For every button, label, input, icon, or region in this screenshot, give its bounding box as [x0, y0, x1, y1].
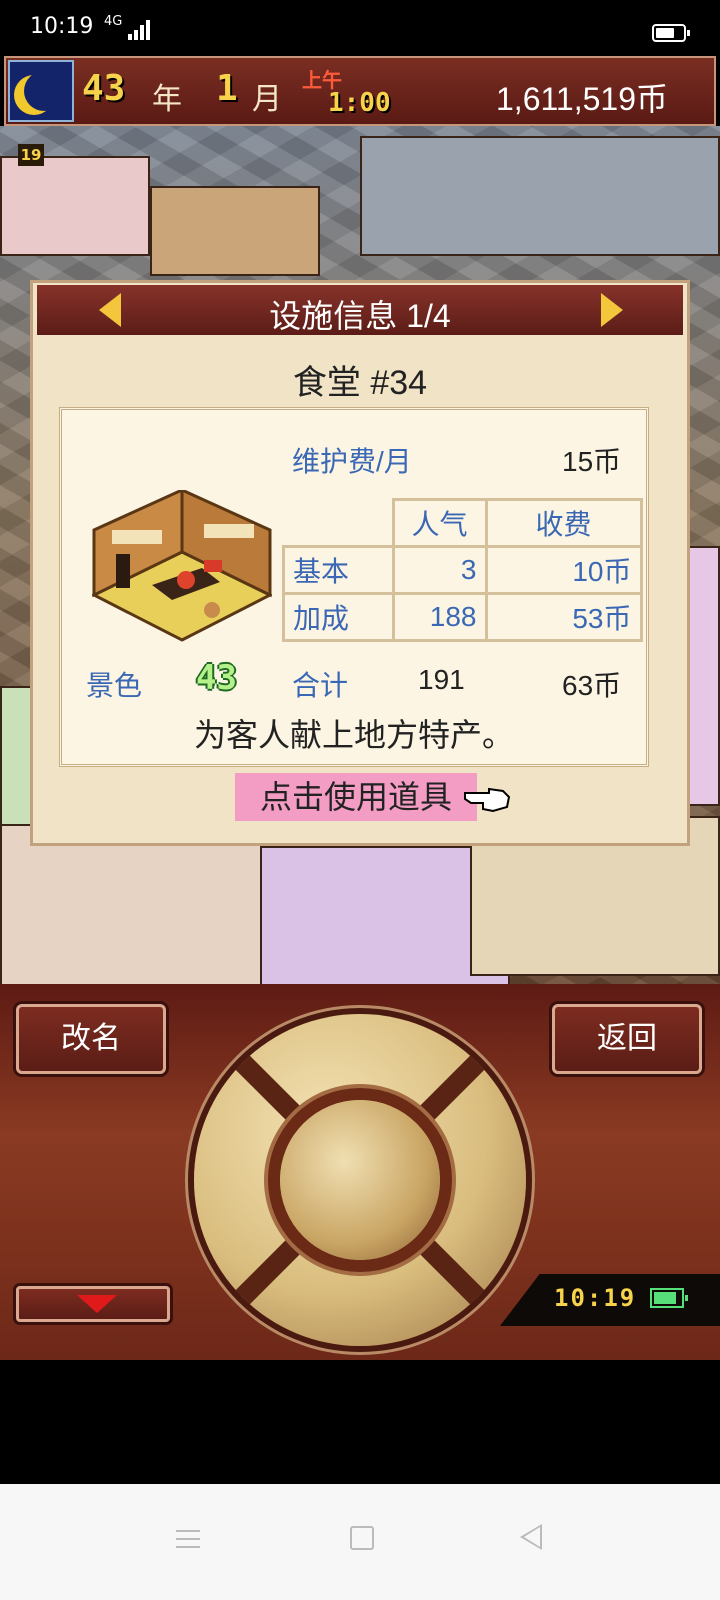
floor-badge: 19 — [18, 144, 44, 166]
facility-description: 为客人献上地方特产。 — [193, 717, 514, 753]
popularity-header: 人气 — [391, 498, 488, 548]
row-popularity: 188 — [391, 592, 488, 642]
table-row: 加成 188 53币 — [282, 592, 643, 642]
total-fee: 63币 — [562, 670, 622, 701]
next-arrow-icon[interactable] — [601, 293, 623, 327]
control-panel: 改名 返回 10:19 — [0, 984, 720, 1360]
month-number: 1 — [216, 68, 238, 109]
directional-pad[interactable] — [194, 1014, 526, 1346]
row-label: 基本 — [282, 545, 395, 595]
year-unit: 年 — [152, 82, 182, 117]
down-arrow-icon — [77, 1295, 117, 1313]
month-unit: 月 — [252, 82, 282, 117]
navigation-bar — [0, 1484, 720, 1600]
facility-info-dialog: 设施信息 1/4 食堂 #34 维护费/月 15币 人气 收费 基本 3 10币… — [30, 280, 690, 846]
facility-details-panel: 维护费/月 15币 人气 收费 基本 3 10币 加成 188 53币 景色 4… — [59, 407, 649, 767]
total-label: 合计 — [292, 670, 349, 701]
signal-icon — [128, 20, 150, 40]
pointing-hand-icon — [464, 787, 511, 813]
mini-battery-icon — [650, 1288, 688, 1308]
scenery-value: 43 — [196, 658, 237, 698]
row-fee: 10币 — [484, 545, 643, 595]
use-item-button[interactable]: 点击使用道具 — [235, 773, 477, 821]
facility-name: 食堂 #34 — [292, 364, 428, 402]
home-icon[interactable] — [350, 1526, 374, 1550]
scroll-down-button[interactable] — [16, 1286, 170, 1322]
status-bar: 10:19 4G — [0, 0, 720, 56]
dpad-center-button[interactable] — [280, 1100, 440, 1260]
mini-clock: 10:19 — [554, 1284, 637, 1312]
year-number: 43 — [82, 68, 126, 109]
scenery-label: 景色 — [86, 670, 143, 701]
back-button[interactable]: 返回 — [552, 1004, 702, 1074]
stats-table: 人气 收费 基本 3 10币 加成 188 53币 — [282, 498, 643, 642]
top-hud: 43 年 1 月 上午 1:00 1,611,519币 — [4, 56, 716, 126]
money-counter: 1,611,519币 — [496, 81, 668, 117]
battery-icon — [652, 24, 690, 42]
dialog-header: 设施信息 1/4 — [37, 285, 683, 335]
moon-icon — [8, 60, 74, 122]
maintenance-label: 维护费/月 — [292, 446, 412, 477]
maintenance-value: 15币 — [562, 446, 622, 477]
dining-room-icon — [92, 490, 272, 642]
row-label: 加成 — [282, 592, 395, 642]
back-icon-inner — [524, 1527, 540, 1547]
rename-button[interactable]: 改名 — [16, 1004, 166, 1074]
mini-clock-panel: 10:19 — [500, 1274, 720, 1326]
menu-icon[interactable] — [176, 1528, 200, 1550]
network-label: 4G — [104, 14, 123, 29]
fee-header: 收费 — [484, 498, 643, 548]
dialog-title: 设施信息 1/4 — [269, 298, 451, 334]
game-clock: 1:00 — [328, 88, 391, 118]
row-popularity: 3 — [391, 545, 488, 595]
row-fee: 53币 — [484, 592, 643, 642]
status-time: 10:19 — [30, 14, 94, 39]
table-row: 基本 3 10币 — [282, 545, 643, 595]
total-popularity: 191 — [418, 664, 465, 695]
